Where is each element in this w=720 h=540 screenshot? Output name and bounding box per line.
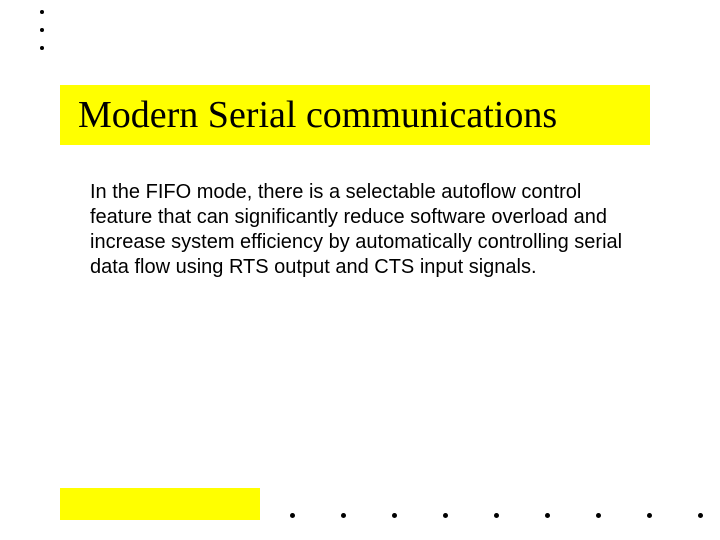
top-decorative-dots (40, 10, 44, 50)
dot-icon (341, 513, 346, 518)
bottom-decorative-dots (290, 513, 703, 518)
dot-icon (596, 513, 601, 518)
dot-icon (443, 513, 448, 518)
dot-icon (494, 513, 499, 518)
dot-icon (392, 513, 397, 518)
dot-icon (698, 513, 703, 518)
dot-icon (40, 46, 44, 50)
title-highlight-bar: Modern Serial communications (60, 85, 650, 145)
dot-icon (647, 513, 652, 518)
slide-title: Modern Serial communications (78, 93, 557, 137)
dot-icon (40, 28, 44, 32)
bottom-highlight-bar (60, 488, 260, 520)
dot-icon (545, 513, 550, 518)
dot-icon (40, 10, 44, 14)
slide-body-text: In the FIFO mode, there is a selectable … (90, 180, 630, 280)
dot-icon (290, 513, 295, 518)
